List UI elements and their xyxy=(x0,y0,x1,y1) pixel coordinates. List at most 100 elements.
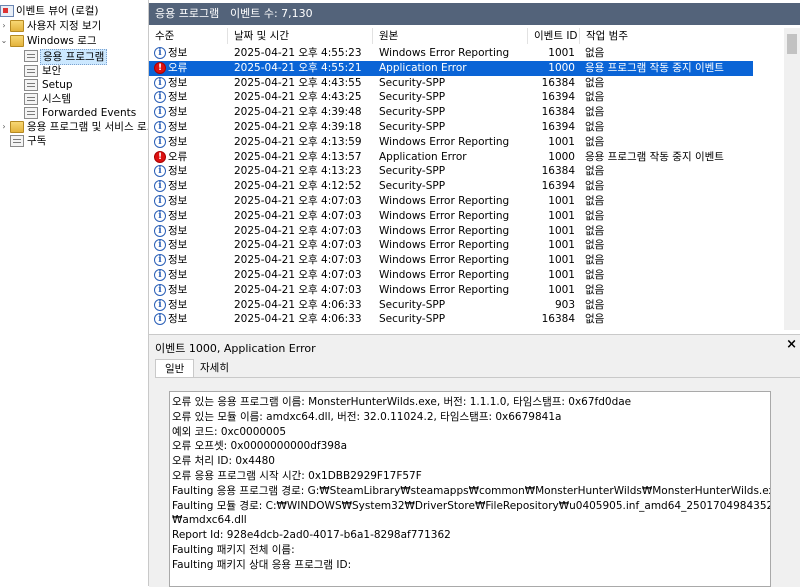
scrollbar-thumb[interactable] xyxy=(787,34,797,54)
cell-level: 정보 xyxy=(168,165,188,178)
cell-source: Windows Error Reporting xyxy=(379,209,510,222)
message-line: 예외 코드: 0xc0000005 xyxy=(172,425,287,438)
table-row[interactable]: i 정보 2025-04-21 오후 4:07:03 Windows Error Re… xyxy=(149,268,753,283)
cell-level: 정보 xyxy=(168,47,188,59)
cell-source: Windows Error Reporting xyxy=(379,47,510,59)
cell-level: 정보 xyxy=(168,76,188,89)
tree-item-security[interactable]: 보안 xyxy=(0,64,148,78)
cell-source: Windows Error Reporting xyxy=(379,239,510,252)
expand-icon[interactable]: › xyxy=(0,120,8,134)
event-message-box[interactable]: 오류 있는 응용 프로그램 이름: MonsterHunterWilds.exe… xyxy=(169,391,771,587)
log-icon xyxy=(24,107,38,119)
cell-category: 응용 프로그램 작동 중지 이벤트 xyxy=(585,61,724,74)
navigation-tree: 이벤트 뷰어 (로컬) › 사용자 지정 보기 ⌄ Windows 로그 응용 … xyxy=(0,0,149,586)
log-icon xyxy=(24,65,38,77)
cell-datetime: 2025-04-21 오후 4:43:55 xyxy=(234,76,362,89)
expand-icon[interactable]: › xyxy=(0,19,8,33)
table-row[interactable]: i 정보 2025-04-21 오후 4:39:48 Security-SPP 1638… xyxy=(149,105,753,120)
cell-id: 1001 xyxy=(548,209,575,222)
cell-source: Windows Error Reporting xyxy=(379,254,510,267)
cell-category: 없음 xyxy=(585,254,605,267)
table-scrollbar[interactable] xyxy=(784,28,800,330)
log-icon xyxy=(24,50,38,62)
table-row[interactable]: ! 오류 2025-04-21 오후 4:55:21 Application Erro… xyxy=(149,60,753,76)
table-row[interactable]: i 정보 2025-04-21 오후 4:06:33 Security-SPP 903 없… xyxy=(149,298,753,313)
column-header-source[interactable]: 원본 xyxy=(373,28,528,44)
cell-level: 오류 xyxy=(168,150,188,163)
column-header-level[interactable]: 수준 xyxy=(149,28,228,44)
tab-general[interactable]: 일반 xyxy=(155,359,195,378)
table-row[interactable]: ! 오류 2025-04-21 오후 4:13:57 Application Erro… xyxy=(149,150,753,165)
cell-datetime: 2025-04-21 오후 4:07:03 xyxy=(234,239,362,252)
cell-level: 정보 xyxy=(168,224,188,237)
tree-item-forwarded-events[interactable]: Forwarded Events xyxy=(0,106,148,120)
table-row[interactable]: i 정보 2025-04-21 오후 4:43:55 Security-SPP 1638… xyxy=(149,76,753,91)
tree-item-event-viewer[interactable]: 이벤트 뷰어 (로컬) xyxy=(0,4,148,18)
tab-divider xyxy=(155,377,800,378)
event-count: 이벤트 수: 7,130 xyxy=(230,7,313,20)
message-line: Faulting 응용 프로그램 경로: G:₩SteamLibrary₩ste… xyxy=(172,484,771,497)
tree-item-windows-logs[interactable]: ⌄ Windows 로그 xyxy=(0,34,148,48)
tree-item-custom-views[interactable]: › 사용자 지정 보기 xyxy=(0,19,148,33)
cell-level: 정보 xyxy=(168,121,188,133)
cell-category: 없음 xyxy=(585,47,605,59)
cell-category: 없음 xyxy=(585,283,605,296)
cell-category: 없음 xyxy=(585,298,605,311)
cell-source: Security-SPP xyxy=(379,91,446,104)
cell-id: 1001 xyxy=(548,135,575,148)
error-icon: ! xyxy=(154,61,166,74)
table-row[interactable]: i 정보 2025-04-21 오후 4:07:03 Windows Error Re… xyxy=(149,194,753,209)
chevron-down-icon[interactable]: ⌄ xyxy=(0,34,8,48)
table-row[interactable]: i 정보 2025-04-21 오후 4:07:03 Windows Error Re… xyxy=(149,283,753,298)
table-row[interactable]: i 정보 2025-04-21 오후 4:07:03 Windows Error Re… xyxy=(149,224,753,239)
tree-item-apps-services-logs[interactable]: › 응용 프로그램 및 서비스 로. xyxy=(0,120,148,134)
tree-item-label: 응용 프로그램 및 서비스 로. xyxy=(27,121,149,133)
table-row[interactable]: i 정보 2025-04-21 오후 4:43:25 Security-SPP 1639… xyxy=(149,90,753,105)
tree-item-label: 사용자 지정 보기 xyxy=(27,20,102,32)
table-row[interactable]: i 정보 2025-04-21 오후 4:39:18 Security-SPP 1639… xyxy=(149,120,753,135)
info-icon: i xyxy=(154,106,166,119)
cell-datetime: 2025-04-21 오후 4:12:52 xyxy=(234,180,362,193)
close-icon[interactable]: × xyxy=(786,337,797,352)
cell-level: 정보 xyxy=(168,298,188,311)
cell-source: Application Error xyxy=(379,150,467,163)
table-row[interactable]: i 정보 2025-04-21 오후 4:06:33 Security-SPP 1638… xyxy=(149,312,753,327)
cell-level: 정보 xyxy=(168,313,188,326)
info-icon: i xyxy=(154,298,166,311)
table-row[interactable]: i 정보 2025-04-21 오후 4:07:03 Windows Error Re… xyxy=(149,253,753,268)
log-title: 응용 프로그램 xyxy=(155,7,220,20)
column-header-category[interactable]: 작업 범주 xyxy=(580,28,753,44)
tree-item-setup[interactable]: Setup xyxy=(0,78,148,92)
tree-item-application[interactable]: 응용 프로그램 xyxy=(0,49,148,65)
cell-id: 1001 xyxy=(548,283,575,296)
cell-category: 없음 xyxy=(585,195,605,207)
table-row[interactable]: i 정보 2025-04-21 오후 4:13:23 Security-SPP 1638… xyxy=(149,164,753,179)
message-line: 오류 처리 ID: 0x4480 xyxy=(172,455,275,468)
column-header-event-id[interactable]: 이벤트 ID xyxy=(528,28,580,44)
cell-source: Application Error xyxy=(379,61,467,74)
table-row[interactable]: i 정보 2025-04-21 오후 4:07:03 Windows Error Re… xyxy=(149,238,753,253)
cell-id: 16394 xyxy=(541,180,575,193)
tree-item-system[interactable]: 시스템 xyxy=(0,92,148,106)
message-line: 오류 있는 응용 프로그램 이름: MonsterHunterWilds.exe… xyxy=(172,396,632,408)
tree-item-subscriptions[interactable]: 구독 xyxy=(0,134,148,148)
cell-id: 1001 xyxy=(548,195,575,207)
cell-level: 정보 xyxy=(168,106,188,119)
table-row[interactable]: i 정보 2025-04-21 오후 4:13:59 Windows Error Re… xyxy=(149,135,753,150)
cell-datetime: 2025-04-21 오후 4:43:25 xyxy=(234,91,362,104)
info-icon: i xyxy=(154,195,166,207)
table-row[interactable]: i 정보 2025-04-21 오후 4:12:52 Security-SPP 1639… xyxy=(149,179,753,194)
tab-details[interactable]: 자세히 xyxy=(191,359,238,377)
cell-id: 16394 xyxy=(541,91,575,104)
message-line: 오류 오프셋: 0x0000000000df398a xyxy=(172,440,348,453)
cell-level: 오류 xyxy=(168,61,188,74)
cell-datetime: 2025-04-21 오후 4:13:57 xyxy=(234,150,362,163)
event-viewer-icon xyxy=(0,5,14,17)
table-row[interactable]: i 정보 2025-04-21 오후 4:07:03 Windows Error Re… xyxy=(149,209,753,224)
tree-item-label: 구독 xyxy=(27,135,47,147)
cell-category: 없음 xyxy=(585,239,605,252)
cell-level: 정보 xyxy=(168,180,188,193)
cell-datetime: 2025-04-21 오후 4:07:03 xyxy=(234,224,362,237)
column-header-datetime[interactable]: 날짜 및 시간 xyxy=(228,28,373,44)
table-row[interactable]: i 정보 2025-04-21 오후 4:55:23 Windows Error Re… xyxy=(149,46,753,61)
